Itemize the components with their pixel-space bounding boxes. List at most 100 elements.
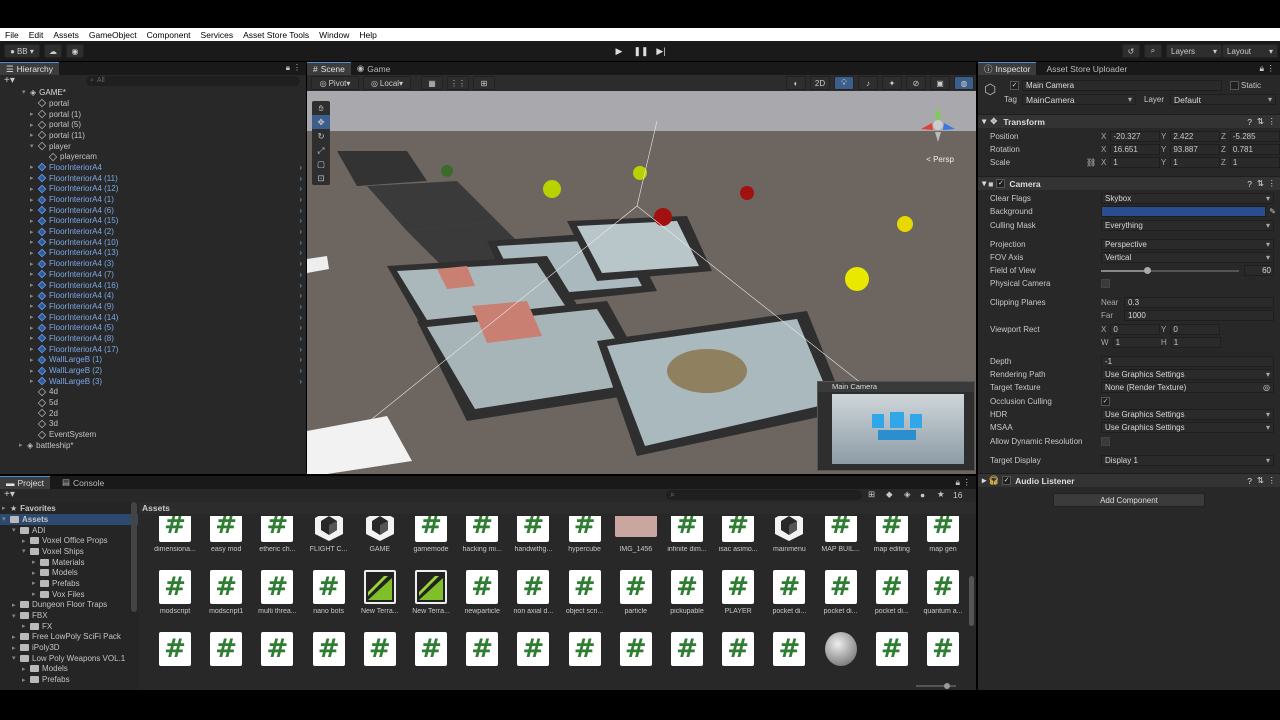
add-icon[interactable]: +▾ xyxy=(4,75,15,86)
snap-button[interactable]: ⋮⋮ xyxy=(447,76,469,90)
scale-z-field[interactable]: 1 xyxy=(1229,157,1280,168)
local-toggle[interactable]: ◎ Local ▾ xyxy=(363,76,411,90)
tab-console[interactable]: ▤ Console xyxy=(56,476,110,489)
chevron-right-icon[interactable]: › xyxy=(299,216,302,225)
asset-item[interactable]: New Terra... xyxy=(407,570,455,628)
help-icon[interactable]: ? xyxy=(1247,117,1252,127)
target-display-dropdown[interactable]: Display 1 xyxy=(1101,455,1274,466)
transform-tool-button[interactable]: ⊡ xyxy=(312,171,330,185)
hierarchy-item[interactable]: ▸ FloorInteriorA4 (17) › xyxy=(0,344,306,355)
effects-button[interactable]: ✦ xyxy=(882,76,902,90)
more-icon[interactable]: ⋮ xyxy=(1268,475,1277,486)
menu-item-component[interactable]: Component xyxy=(142,30,196,40)
rotation-z-field[interactable]: 0.781 xyxy=(1229,144,1280,155)
chevron-right-icon[interactable]: ▸ xyxy=(30,345,38,353)
chevron-right-icon[interactable]: › xyxy=(299,291,302,300)
target-texture-field[interactable]: None (Render Texture) ◎ xyxy=(1101,382,1274,393)
menu-item-services[interactable]: Services xyxy=(196,30,239,40)
chevron-right-icon[interactable]: › xyxy=(299,163,302,172)
asset-item[interactable]: # object scri... xyxy=(561,570,609,628)
more-icon[interactable]: ⋮ xyxy=(293,63,301,72)
asset-item[interactable]: # map editing xyxy=(868,516,916,566)
add-component-button[interactable]: Add Component xyxy=(1053,493,1205,507)
help-icon[interactable]: ? xyxy=(1247,179,1252,189)
more-icon[interactable]: ⋮ xyxy=(1268,116,1277,127)
hierarchy-item[interactable]: ▸ FloorInteriorA4 (15) › xyxy=(0,216,306,227)
hierarchy-item[interactable]: ▸ WallLargeB (1) › xyxy=(0,355,306,366)
hierarchy-item[interactable]: ▸ WallLargeB (3) › xyxy=(0,376,306,387)
background-color-swatch[interactable] xyxy=(1101,206,1266,217)
hierarchy-item[interactable]: ▸ FloorInteriorA4 (16) › xyxy=(0,280,306,291)
clear-flags-dropdown[interactable]: Skybox xyxy=(1101,193,1274,204)
chevron-right-icon[interactable]: ▸ xyxy=(30,313,38,321)
lighting-button[interactable]: 💡︎ xyxy=(834,76,854,90)
asset-item[interactable]: # xyxy=(151,632,199,678)
chevron-right-icon[interactable]: › xyxy=(299,313,302,322)
project-folder-item[interactable]: ▾ ADI xyxy=(0,525,138,536)
far-field[interactable]: 1000 xyxy=(1124,310,1274,321)
tab-inspector[interactable]: ⓘ Inspector xyxy=(978,62,1037,75)
asset-item[interactable]: # xyxy=(714,632,762,678)
rotation-x-field[interactable]: 16.651 xyxy=(1110,144,1161,155)
hdr-dropdown[interactable]: Use Graphics Settings xyxy=(1101,409,1274,420)
rect-tool-button[interactable]: ▢ xyxy=(312,157,330,171)
chevron-right-icon[interactable]: ▸ xyxy=(22,665,30,673)
hierarchy-item[interactable]: ▸ FloorInteriorA4 (12) › xyxy=(0,184,306,195)
chevron-right-icon[interactable]: ▸ xyxy=(30,206,38,214)
hierarchy-item[interactable]: 5d xyxy=(0,397,306,408)
chevron-right-icon[interactable]: ▸ xyxy=(32,558,40,566)
tab-hierarchy[interactable]: ☰ Hierarchy xyxy=(0,62,59,75)
asset-item[interactable]: # xyxy=(407,632,455,678)
near-field[interactable]: 0.3 xyxy=(1124,297,1274,308)
scene-root[interactable]: ▾ ◈ GAME* xyxy=(0,86,306,98)
hierarchy-item[interactable]: ▸ FloorInteriorA4 (4) › xyxy=(0,290,306,301)
gizmos-button[interactable]: ◍ xyxy=(954,76,974,90)
dynamic-resolution-checkbox[interactable] xyxy=(1101,437,1110,446)
chevron-right-icon[interactable]: ▸ xyxy=(30,377,38,385)
active-checkbox[interactable]: ✓ xyxy=(1010,81,1019,90)
chevron-right-icon[interactable]: ▸ xyxy=(12,633,20,641)
chevron-right-icon[interactable]: ▸ xyxy=(30,238,38,246)
project-folder-item[interactable]: ▸ iPoly3D xyxy=(0,642,138,653)
asset-item[interactable]: # xyxy=(509,632,557,678)
chevron-right-icon[interactable]: ▸ xyxy=(30,334,38,342)
breadcrumb[interactable]: Assets xyxy=(139,502,976,514)
hierarchy-item[interactable]: portal xyxy=(0,98,306,109)
filter-tag-icon[interactable]: ◈ xyxy=(904,489,911,500)
asset-item[interactable]: # pocket di... xyxy=(868,570,916,628)
hierarchy-item[interactable]: ▸ FloorInteriorA4 (10) › xyxy=(0,237,306,248)
projection-dropdown[interactable]: Perspective xyxy=(1101,239,1274,250)
collab-button[interactable]: ◉ xyxy=(66,44,84,58)
add-icon[interactable]: +▾ xyxy=(4,489,15,500)
layer-dropdown[interactable]: Default xyxy=(1170,94,1276,105)
increment-button[interactable]: ⊞ xyxy=(473,76,495,90)
hierarchy-item[interactable]: ▾ player xyxy=(0,141,306,152)
asset-item[interactable]: FLIGHT C... xyxy=(305,516,353,566)
chevron-right-icon[interactable]: ▸ xyxy=(30,163,38,171)
project-folder-item[interactable]: ▸ Prefabs xyxy=(0,674,138,685)
hierarchy-item[interactable]: 2d xyxy=(0,408,306,419)
preset-icon[interactable]: ⇅ xyxy=(1257,116,1264,127)
chevron-right-icon[interactable]: › xyxy=(299,195,302,204)
chevron-down-icon[interactable]: ▾ xyxy=(30,142,38,150)
menu-item-assets[interactable]: Assets xyxy=(48,30,84,40)
viewport-w-field[interactable]: 1 xyxy=(1112,337,1163,348)
hierarchy-item[interactable]: ▸ FloorInteriorA4 (7) › xyxy=(0,269,306,280)
account-dropdown[interactable]: ● BB ▾ xyxy=(4,44,40,58)
asset-item[interactable]: # xyxy=(919,632,967,678)
asset-item[interactable]: # quantum a... xyxy=(919,570,967,628)
preset-icon[interactable]: ⇅ xyxy=(1257,178,1264,189)
chevron-right-icon[interactable]: › xyxy=(299,174,302,183)
tab-project[interactable]: ▬ Project xyxy=(0,476,50,489)
asset-scrollbar[interactable] xyxy=(969,576,974,626)
rotation-y-field[interactable]: 93.887 xyxy=(1170,144,1221,155)
asset-item[interactable]: # pocket di... xyxy=(765,570,813,628)
hierarchy-item[interactable]: ▸ FloorInteriorA4 (6) › xyxy=(0,205,306,216)
chevron-right-icon[interactable]: › xyxy=(299,227,302,236)
asset-item[interactable]: # xyxy=(868,632,916,678)
fov-slider[interactable] xyxy=(1101,267,1239,274)
hierarchy-item[interactable]: ▸ FloorInteriorA4 (14) › xyxy=(0,312,306,323)
asset-item[interactable]: # multi threa... xyxy=(253,570,301,628)
grid-snap-button[interactable]: ▦ xyxy=(421,76,443,90)
chevron-down-icon[interactable]: ▾ xyxy=(12,612,20,620)
